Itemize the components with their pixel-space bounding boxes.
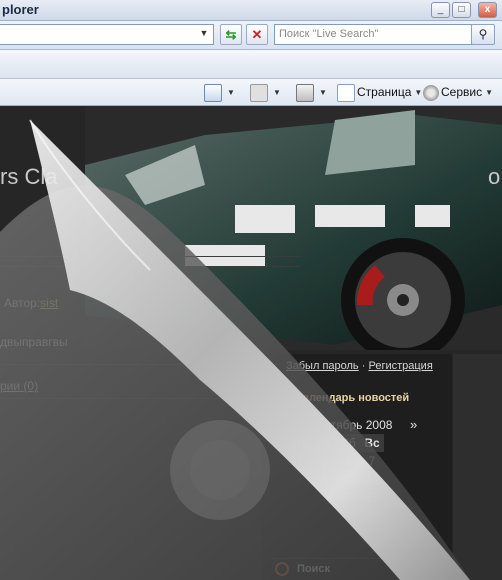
search-block: Поиск: [270, 558, 452, 580]
calendar-day[interactable]: [336, 506, 360, 524]
post-text: двыправгвы: [0, 335, 68, 349]
calendar-day[interactable]: 21: [360, 488, 384, 506]
calendar-month: нтябрь 2008: [324, 418, 393, 432]
calendar-day[interactable]: [312, 506, 336, 524]
page-icon: [337, 83, 355, 102]
stop-icon[interactable]: ✕: [246, 24, 268, 45]
tab-bar: [0, 50, 502, 79]
post-author: Автор:sist: [4, 296, 58, 310]
calendar-day[interactable]: [288, 506, 312, 524]
close-button[interactable]: x: [478, 2, 497, 18]
calendar-day[interactable]: [288, 452, 312, 470]
command-bar: ▼ ▼ ▼ Страница ▼ Сервис ▼: [0, 79, 502, 106]
address-input[interactable]: [0, 24, 214, 45]
page-menu[interactable]: Страница ▼: [337, 83, 423, 102]
page-menu-label: Страница: [357, 85, 412, 99]
search-icon[interactable]: ⚲: [471, 24, 495, 45]
chevron-down-icon: ▼: [485, 87, 494, 97]
address-dropdown-icon[interactable]: ▼: [196, 24, 212, 43]
address-bar: ▼ ⇆ ✕ Поиск "Live Search" ⚲: [0, 21, 502, 50]
gear-icon: [423, 84, 439, 101]
calendar-head-cell: Вс: [360, 434, 384, 452]
feeds-button[interactable]: ▼: [250, 83, 281, 102]
search-block-title: Поиск: [297, 563, 331, 575]
web-page: rs Cla o Автор:sist двыправгвы рии (0) З…: [0, 106, 502, 580]
tools-menu-label: Сервис: [441, 85, 483, 99]
printer-icon: [296, 83, 314, 102]
calendar-day[interactable]: 2: [312, 470, 336, 488]
window-title-bar: plorer _ □ x: [0, 0, 502, 21]
divider: [0, 364, 300, 365]
author-link[interactable]: sist: [40, 296, 58, 310]
chevron-down-icon[interactable]: ▼: [319, 88, 327, 97]
calendar-next-button[interactable]: »: [410, 417, 417, 432]
register-link[interactable]: Регистрация: [368, 360, 432, 372]
calendar-day[interactable]: [288, 488, 312, 506]
comments-link[interactable]: рии (0): [0, 379, 38, 393]
print-button[interactable]: ▼: [296, 83, 327, 102]
calendar-day[interactable]: 6: [336, 452, 360, 470]
calendar-title: Календарь новостей: [296, 392, 410, 404]
chevron-down-icon[interactable]: ▼: [273, 88, 281, 97]
author-label: Автор:: [4, 296, 41, 310]
car-image: [85, 106, 502, 350]
calendar-day[interactable]: [288, 470, 312, 488]
right-column: [453, 354, 502, 580]
calendar-day[interactable]: 7: [360, 452, 384, 470]
chevron-down-icon[interactable]: ▼: [227, 88, 235, 97]
calendar-day[interactable]: 20: [336, 488, 360, 506]
maximize-button[interactable]: □: [452, 2, 471, 18]
calendar-head-cell: Чт: [288, 434, 312, 452]
link-separator: ·: [361, 360, 366, 372]
minimize-button[interactable]: _: [431, 2, 450, 18]
home-button[interactable]: ▼: [204, 83, 235, 102]
home-icon: [204, 83, 222, 102]
tools-menu[interactable]: Сервис ▼: [423, 83, 493, 101]
refresh-icon[interactable]: ⇆: [220, 24, 242, 45]
header-image: [85, 106, 502, 350]
calendar-day[interactable]: 5: [312, 452, 336, 470]
calendar-head-cell: Сб: [336, 434, 360, 452]
login-links: Забыл пароль · Регистрация: [286, 360, 433, 372]
divider: [0, 266, 300, 267]
calendar-day[interactable]: 14: [360, 470, 384, 488]
search-input[interactable]: Поиск "Live Search": [274, 24, 472, 45]
site-title: rs Cla: [0, 164, 58, 189]
feeds-icon: [250, 83, 268, 102]
divider: [0, 256, 300, 257]
search-sun-icon: [275, 562, 289, 576]
site-title-right: o: [488, 164, 501, 189]
chevron-down-icon: ▼: [414, 87, 423, 97]
calendar-head-cell: Пт: [312, 434, 336, 452]
calendar-day-today[interactable]: 13: [336, 470, 360, 488]
calendar-grid: Чт Пт Сб Вс 5 6 7 2 13 14 20 21 28: [288, 434, 384, 524]
divider: [0, 398, 300, 399]
calendar-day[interactable]: [312, 488, 336, 506]
calendar-day[interactable]: 28: [360, 506, 384, 524]
forgot-password-link[interactable]: Забыл пароль: [286, 360, 359, 372]
window-title: plorer: [2, 2, 39, 17]
